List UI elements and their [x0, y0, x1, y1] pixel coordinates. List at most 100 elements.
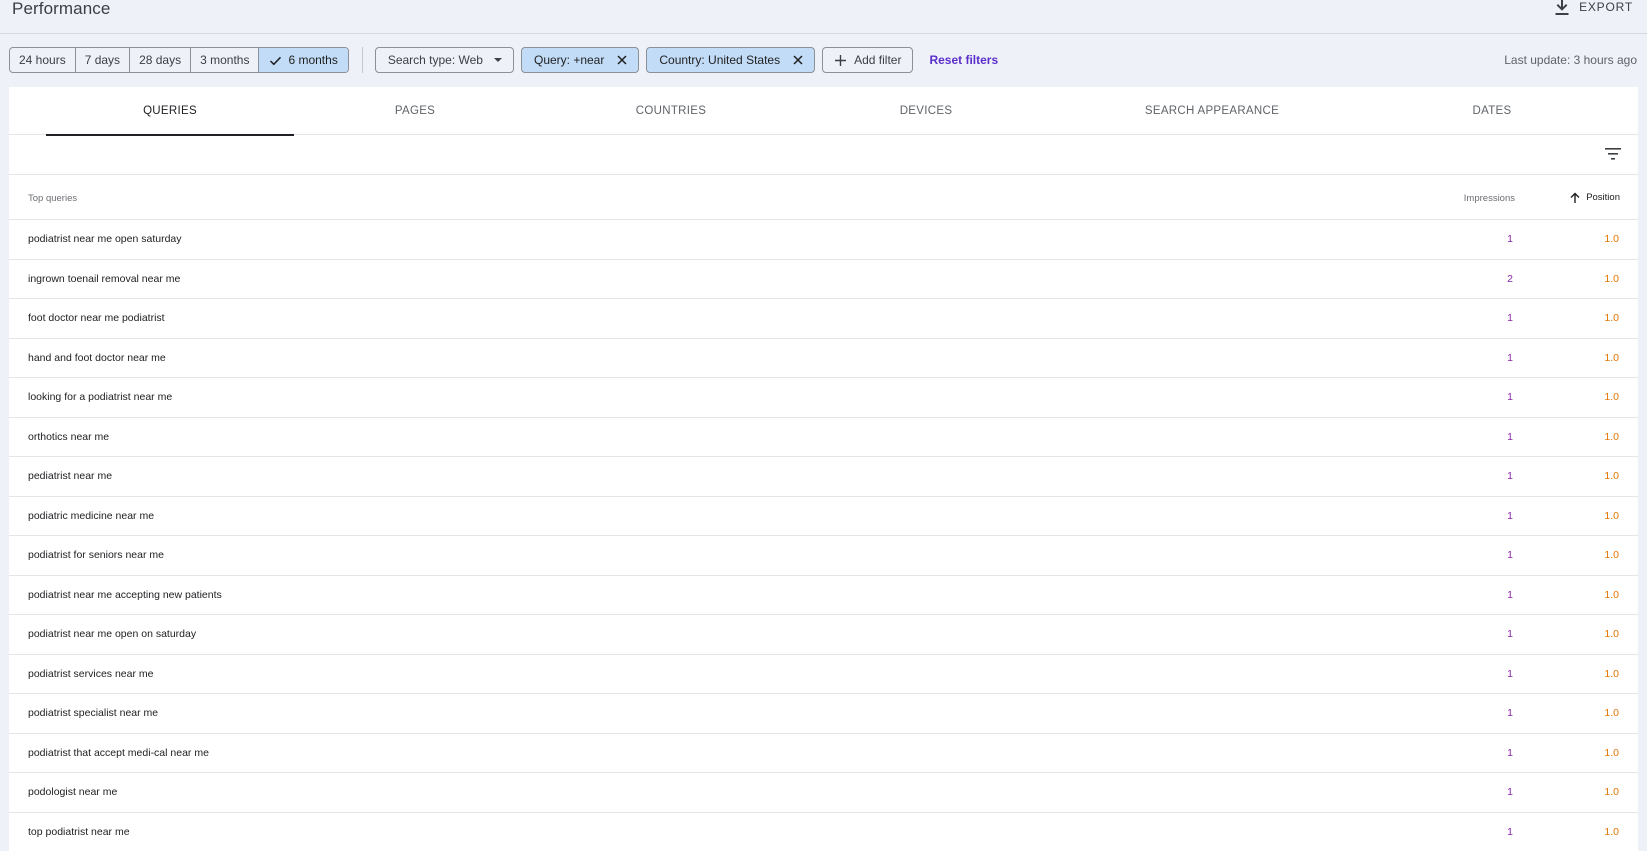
position-cell: 1.0: [1604, 707, 1619, 719]
table-toolbar: [9, 135, 1638, 175]
query-filter-label: Query: +near: [533, 53, 605, 67]
date-range-label: 3 months: [200, 53, 250, 67]
column-header-position-label: Position: [1586, 192, 1620, 203]
date-range-28-days[interactable]: 28 days: [130, 48, 192, 72]
last-update-status: Last update: 3 hours ago: [1504, 53, 1637, 67]
impressions-cell: 1: [1507, 588, 1513, 601]
tab-label: SEARCH APPEARANCE: [1144, 105, 1280, 117]
query-filter-chip[interactable]: Query: +near: [520, 47, 640, 73]
caret-down-icon: [493, 58, 502, 62]
position-cell: 1.0: [1604, 351, 1619, 364]
tab-search-appearance[interactable]: SEARCH APPEARANCE: [1077, 87, 1347, 135]
add-filter-label: Add filter: [854, 53, 902, 67]
query-cell: hand and foot doctor near me: [28, 351, 166, 364]
impressions-cell: 1: [1507, 667, 1513, 680]
column-header-impressions[interactable]: Impressions: [1464, 193, 1515, 204]
tab-label: DATES: [1472, 105, 1512, 117]
tab-pages[interactable]: PAGES: [315, 87, 515, 135]
query-cell: podiatrist for seniors near me: [28, 549, 164, 561]
tab-label: COUNTRIES: [635, 105, 707, 117]
tab-countries[interactable]: COUNTRIES: [571, 87, 771, 135]
reset-filters-link[interactable]: Reset filters: [929, 53, 998, 67]
tab-queries[interactable]: QUERIES: [46, 87, 294, 136]
table-header: Top queries Impressions Position: [9, 175, 1638, 220]
position-cell: 1.0: [1604, 667, 1619, 680]
tab-dates[interactable]: DATES: [1392, 87, 1592, 135]
query-cell: podologist near me: [28, 786, 118, 798]
country-filter-chip[interactable]: Country: United States: [646, 47, 816, 73]
impressions-cell: 1: [1507, 628, 1513, 640]
table-row[interactable]: podiatrist near me open on saturday 1 1.0: [9, 615, 1638, 655]
date-range-6-months[interactable]: 6 months: [259, 48, 348, 72]
table-row[interactable]: podiatric medicine near me 1 1.0: [9, 497, 1638, 536]
date-range-label: 6 months: [288, 53, 338, 67]
query-cell: looking for a podiatrist near me: [28, 391, 173, 403]
query-cell: podiatrist services near me: [28, 667, 154, 680]
export-label: EXPORT: [1579, 0, 1633, 14]
export-button[interactable]: EXPORT: [1555, 0, 1633, 15]
position-cell: 1.0: [1604, 588, 1619, 601]
impressions-cell: 1: [1507, 470, 1513, 482]
impressions-cell: 1: [1507, 549, 1513, 561]
table-row[interactable]: podologist near me 1 1.0: [9, 773, 1638, 813]
page-header: Performance EXPORT: [0, 0, 1647, 34]
position-cell: 1.0: [1604, 628, 1619, 640]
position-cell: 1.0: [1604, 391, 1619, 403]
filter-rows-icon[interactable]: [1605, 147, 1621, 161]
position-cell: 1.0: [1604, 549, 1619, 561]
table-row[interactable]: pediatrist near me 1 1.0: [9, 457, 1638, 497]
impressions-cell: 1: [1507, 391, 1513, 403]
query-cell: podiatrist specialist near me: [28, 707, 159, 719]
column-header-position[interactable]: Position: [1570, 192, 1620, 203]
date-range-3-months[interactable]: 3 months: [191, 48, 260, 72]
position-cell: 1.0: [1604, 470, 1619, 482]
tab-label: DEVICES: [899, 105, 953, 117]
table-row[interactable]: foot doctor near me podiatrist 1 1.0: [9, 299, 1638, 339]
date-range-24-hours[interactable]: 24 hours: [10, 48, 76, 72]
search-type-dropdown[interactable]: Search type: Web: [374, 47, 514, 73]
date-range-label: 24 hours: [19, 53, 66, 67]
date-range-label: 28 days: [139, 53, 182, 67]
dimension-tabs: QUERIES PAGES COUNTRIES DEVICES SEARCH A…: [9, 87, 1638, 136]
position-cell: 1.0: [1604, 825, 1619, 838]
query-cell: top podiatrist near me: [28, 825, 130, 838]
impressions-cell: 1: [1507, 509, 1513, 522]
table-row[interactable]: podiatrist services near me 1 1.0: [9, 655, 1638, 694]
query-cell: ingrown toenail removal near me: [28, 272, 181, 285]
table-row[interactable]: ingrown toenail removal near me 2 1.0: [9, 260, 1638, 299]
close-icon[interactable]: [793, 55, 803, 65]
add-filter-button[interactable]: Add filter: [822, 47, 914, 73]
position-cell: 1.0: [1604, 746, 1619, 759]
query-cell: orthotics near me: [28, 430, 110, 443]
table-body: podiatrist near me open saturday 1 1.0 ingr…: [9, 220, 1638, 851]
table-row[interactable]: top podiatrist near me 1 1.0: [9, 813, 1638, 851]
query-cell: foot doctor near me podiatrist: [28, 312, 165, 324]
close-icon[interactable]: [617, 55, 627, 65]
position-cell: 1.0: [1604, 509, 1619, 522]
table-row[interactable]: podiatrist near me accepting new patient…: [9, 576, 1638, 615]
impressions-cell: 1: [1507, 351, 1513, 364]
table-row[interactable]: looking for a podiatrist near me 1 1.0: [9, 378, 1638, 418]
position-cell: 1.0: [1604, 430, 1619, 443]
column-header-query[interactable]: Top queries: [28, 193, 77, 204]
impressions-cell: 1: [1507, 786, 1513, 798]
filter-bar: 24 hours 7 days 28 days 3 months 6 month…: [9, 47, 998, 73]
date-range-7-days[interactable]: 7 days: [76, 48, 131, 72]
table-row[interactable]: hand and foot doctor near me 1 1.0: [9, 339, 1638, 378]
table-row[interactable]: podiatrist for seniors near me 1 1.0: [9, 536, 1638, 576]
impressions-cell: 1: [1507, 825, 1513, 838]
query-cell: podiatric medicine near me: [28, 509, 155, 522]
sort-ascending-icon: [1570, 192, 1580, 203]
impressions-cell: 1: [1507, 233, 1513, 245]
country-filter-label: Country: United States: [659, 53, 781, 67]
query-cell: podiatrist near me open on saturday: [28, 628, 197, 640]
query-cell: pediatrist near me: [28, 470, 113, 482]
table-row[interactable]: orthotics near me 1 1.0: [9, 418, 1638, 457]
query-cell: podiatrist near me accepting new patient…: [28, 588, 222, 601]
table-row[interactable]: podiatrist specialist near me 1 1.0: [9, 694, 1638, 734]
tab-devices[interactable]: DEVICES: [826, 87, 1026, 135]
table-row[interactable]: podiatrist that accept medi-cal near me 1…: [9, 734, 1638, 773]
page-title: Performance: [12, 0, 111, 18]
impressions-cell: 1: [1507, 746, 1513, 759]
table-row[interactable]: podiatrist near me open saturday 1 1.0: [9, 220, 1638, 260]
